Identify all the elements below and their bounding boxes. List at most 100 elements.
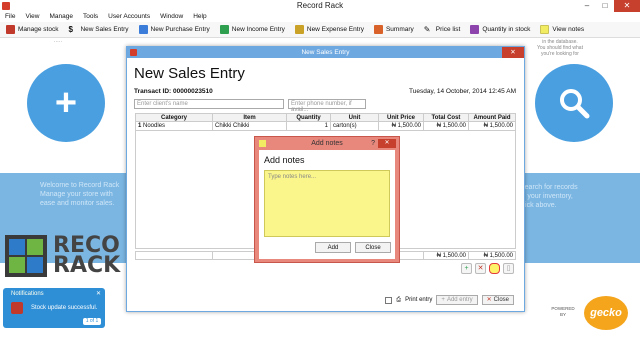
search-icon xyxy=(560,89,590,119)
notes-textarea[interactable]: Type notes here... xyxy=(264,170,390,237)
delete-row-icon[interactable]: ✕ xyxy=(475,263,486,274)
logo-word-bottom: RACK xyxy=(53,253,121,278)
menu-bar: File View Manage Tools User Accounts Win… xyxy=(0,12,640,22)
notification-message: Stock update successful. xyxy=(31,305,98,311)
app-titlebar: Record Rack – □ ✕ xyxy=(0,0,640,12)
add-circle-button[interactable]: + xyxy=(27,64,105,142)
right-side-note: in the database. You should find what yo… xyxy=(537,39,583,57)
row-actions: + ✕ ▯ xyxy=(461,263,514,274)
notes-dialog-titlebar: Add notes ? ✕ xyxy=(255,137,399,150)
menu-view[interactable]: View xyxy=(25,12,39,22)
plus-small-icon: + xyxy=(441,296,445,303)
trash-icon[interactable]: ▯ xyxy=(503,263,514,274)
app-title: Record Rack xyxy=(296,1,344,10)
phone-number-field[interactable]: Enter phone number, if avail... xyxy=(288,99,366,113)
menu-manage[interactable]: Manage xyxy=(49,12,73,22)
note-icon xyxy=(540,25,550,34)
new-expense-entry-button[interactable]: New Expense Entry xyxy=(291,23,368,37)
new-purchase-entry-button[interactable]: New Purchase Entry xyxy=(135,23,214,37)
notification-close-button[interactable]: ✕ xyxy=(96,290,101,297)
powered-by-label: POWERED BY xyxy=(551,306,575,317)
printer-icon: ⎙ xyxy=(396,296,402,303)
cell-total-cost: ₦ 1,500.00 xyxy=(424,122,469,130)
dialog-app-icon xyxy=(130,49,137,56)
print-entry-label: Print entry xyxy=(405,297,433,303)
cell-category: 1 Noodles xyxy=(136,122,213,130)
quantity-in-stock-button[interactable]: Quantity in stock xyxy=(466,23,534,37)
notes-dialog-body: Add notes Type notes here... Add Close xyxy=(259,150,395,259)
main-toolbar: Manage stock $ New Sales Entry New Purcha… xyxy=(0,22,640,38)
cell-unit-price: ₦ 1,500.00 xyxy=(379,122,424,130)
client-name-field[interactable]: Enter client's name xyxy=(134,99,284,109)
print-entry-checkbox[interactable] xyxy=(385,296,393,304)
add-entry-button[interactable]: + Add entry xyxy=(436,295,478,305)
plus-icon: + xyxy=(54,81,78,124)
add-note-button[interactable]: Add xyxy=(315,242,351,253)
new-income-entry-button[interactable]: New Income Entry xyxy=(216,23,289,37)
menu-file[interactable]: File xyxy=(5,12,15,22)
sales-dialog-title: New Sales Entry xyxy=(301,49,350,56)
close-button[interactable]: ✕ Close xyxy=(481,295,514,305)
add-note-icon[interactable] xyxy=(489,263,500,274)
column-header-quantity[interactable]: Quantity xyxy=(287,114,331,121)
stock-icon xyxy=(470,25,480,34)
app-icon xyxy=(2,2,10,10)
column-header-unit[interactable]: Unit xyxy=(331,114,379,121)
cart-icon xyxy=(138,25,148,34)
column-header-amount-paid[interactable]: Amount Paid xyxy=(469,114,515,121)
cell-unit: carton(s) xyxy=(331,122,379,130)
tag-icon: ✎ xyxy=(423,25,431,34)
chart-icon xyxy=(373,25,383,34)
maximize-button[interactable]: □ xyxy=(596,0,614,12)
notes-dialog-close-button[interactable]: ✕ xyxy=(378,139,396,148)
close-icon: ✕ xyxy=(486,296,492,303)
box-icon xyxy=(6,25,15,34)
record-rack-logo: RECO RACK xyxy=(5,233,125,278)
transaction-id: Transact ID: 00000023510 xyxy=(134,88,213,95)
table-row[interactable]: 1 Noodles Chikki Chikki 1 carton(s) ₦ 1,… xyxy=(135,122,516,131)
column-header-unit-price[interactable]: Unit Price xyxy=(379,114,424,121)
dialog-footer: ⎙ Print entry + Add entry ✕ Close xyxy=(385,295,514,305)
menu-user-accounts[interactable]: User Accounts xyxy=(108,12,150,22)
band-text-right: Search for records in your inventory, cl… xyxy=(520,184,578,209)
add-notes-dialog: Add notes ? ✕ Add notes Type notes here.… xyxy=(254,136,400,263)
close-notes-button[interactable]: Close xyxy=(355,242,391,253)
new-sales-entry-button[interactable]: $ New Sales Entry xyxy=(64,23,132,37)
notification-pager-button[interactable]: 1 of 1 xyxy=(83,318,101,325)
gecko-logo: gecko xyxy=(584,296,628,330)
notes-dialog-title: Add notes xyxy=(311,140,343,147)
logo-mark-icon xyxy=(5,235,47,277)
sales-table-header: Category Item Quantity Unit Unit Price T… xyxy=(135,113,516,122)
notification-popup: Notifications ✕ Stock update successful.… xyxy=(3,288,105,328)
summary-button[interactable]: Summary xyxy=(370,23,418,37)
dollar-icon: $ xyxy=(68,25,73,34)
price-list-button[interactable]: ✎ Price list xyxy=(420,23,465,37)
close-window-button[interactable]: ✕ xyxy=(614,0,640,12)
sales-dialog-titlebar: New Sales Entry ✕ xyxy=(127,47,524,58)
column-header-total-cost[interactable]: Total Cost xyxy=(424,114,469,121)
sales-dialog-close-button[interactable]: ✕ xyxy=(502,47,524,58)
amount-paid-value: ₦ 1,500.00 xyxy=(483,253,513,259)
total-cost-value: ₦ 1,500.00 xyxy=(424,252,469,259)
column-header-category[interactable]: Category xyxy=(136,114,213,121)
search-circle-button[interactable] xyxy=(535,64,613,142)
arrow-icon xyxy=(219,25,229,34)
cell-amount-paid: ₦ 1,500.00 xyxy=(483,123,513,129)
note-icon xyxy=(259,140,266,147)
money-icon xyxy=(294,25,304,34)
view-notes-button[interactable]: View notes xyxy=(536,23,588,37)
minimize-button[interactable]: – xyxy=(578,0,596,12)
help-button[interactable]: ? xyxy=(371,137,375,150)
transaction-date: Tuesday, 14 October, 2014 12:45 AM xyxy=(409,88,516,95)
add-row-icon[interactable]: + xyxy=(461,263,472,274)
menu-help[interactable]: Help xyxy=(193,12,206,22)
notes-heading: Add notes xyxy=(264,155,305,165)
notification-title: Notifications xyxy=(11,291,44,297)
manage-stock-button[interactable]: Manage stock xyxy=(2,23,62,37)
notification-icon xyxy=(11,302,23,314)
column-header-item[interactable]: Item xyxy=(213,114,287,121)
left-side-note: ····· xyxy=(53,39,63,45)
menu-tools[interactable]: Tools xyxy=(83,12,98,22)
menu-window[interactable]: Window xyxy=(160,12,183,22)
cell-item: Chikki Chikki xyxy=(213,122,287,130)
